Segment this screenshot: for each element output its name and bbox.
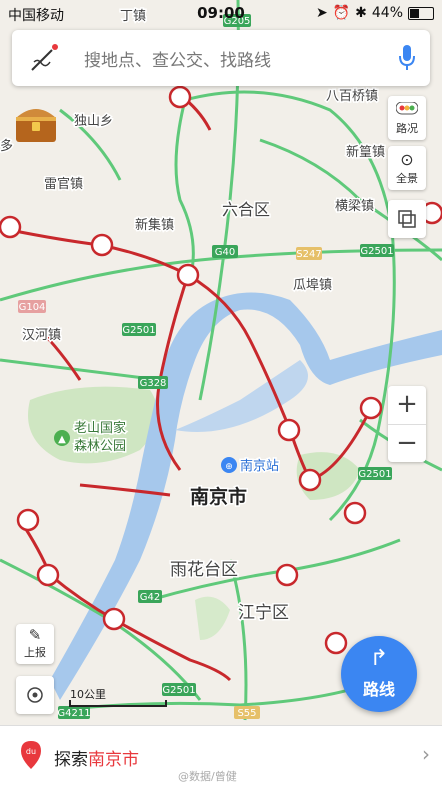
alarm-icon: ⏰ bbox=[332, 5, 351, 21]
road-shield-g4211: G4211 bbox=[57, 708, 90, 719]
label-yuhuatai: 雨花台区 bbox=[170, 560, 238, 580]
label-dushan: 独山乡 bbox=[74, 114, 113, 129]
zoom-out-button[interactable]: − bbox=[388, 424, 426, 463]
road-shield-g40: G40 bbox=[215, 247, 235, 258]
road-shield-g104: G104 bbox=[19, 302, 46, 313]
traffic-marker[interactable] bbox=[90, 233, 114, 257]
traffic-marker[interactable] bbox=[0, 215, 22, 239]
location-arrow-icon: ➤ bbox=[315, 5, 328, 21]
road-shield-g2501: G2501 bbox=[122, 325, 155, 336]
road-shield-g2501: G2501 bbox=[162, 685, 195, 696]
label-liuhe: 六合区 bbox=[222, 200, 270, 219]
locate-icon bbox=[27, 687, 43, 703]
panorama-button[interactable]: ⊙ 全景 bbox=[388, 146, 426, 190]
traffic-light-icon bbox=[395, 101, 419, 115]
route-arrow-icon: ↱ bbox=[369, 646, 389, 671]
road-shield-g2501: G2501 bbox=[358, 469, 391, 480]
traffic-marker[interactable] bbox=[298, 468, 322, 492]
traffic-label: 路况 bbox=[396, 122, 418, 135]
label-babaiqiao: 八百桥镇 bbox=[326, 89, 378, 104]
du-pin-icon: du bbox=[21, 741, 41, 769]
route-label: 路线 bbox=[362, 680, 395, 699]
svg-text:du: du bbox=[26, 747, 36, 756]
locate-button[interactable] bbox=[16, 676, 54, 714]
route-button[interactable]: ↱ 路线 bbox=[341, 636, 417, 712]
traffic-marker[interactable] bbox=[176, 263, 200, 287]
layers-icon bbox=[398, 210, 416, 228]
label-hengliang: 横梁镇 bbox=[335, 199, 374, 214]
pen-logo-icon bbox=[31, 44, 58, 71]
park-glyph-icon: ▲ bbox=[58, 434, 66, 445]
traffic-button[interactable]: 路况 bbox=[388, 96, 426, 140]
traffic-marker[interactable] bbox=[343, 501, 367, 525]
label-xinhuang: 新篁镇 bbox=[346, 144, 385, 160]
road-shield-g42: G42 bbox=[140, 592, 160, 603]
search-bar[interactable]: 搜地点、查公交、找路线 bbox=[12, 30, 430, 86]
status-bar: 中国移动 09:00 ➤ ⏰ ✱ 44% bbox=[0, 0, 442, 28]
road-shield-s247: S247 bbox=[296, 249, 321, 260]
traffic-marker[interactable] bbox=[102, 607, 126, 631]
microphone-icon[interactable] bbox=[398, 44, 416, 72]
label-station: 南京站 bbox=[240, 458, 279, 474]
road-shield-g328: G328 bbox=[140, 378, 167, 389]
road-shield-s55: S55 bbox=[237, 708, 256, 719]
layers-button[interactable] bbox=[388, 200, 426, 238]
label-jiangning: 江宁区 bbox=[238, 603, 289, 623]
label-park-2: 森林公园 bbox=[74, 439, 126, 454]
battery-percent: 44% bbox=[371, 5, 403, 21]
location-pin-icon: ⊙ bbox=[400, 150, 414, 169]
panorama-label: 全景 bbox=[396, 172, 418, 185]
zoom-in-button[interactable]: + bbox=[388, 386, 426, 424]
report-button[interactable]: ✎ 上报 bbox=[16, 624, 54, 664]
explore-city: 南京市 bbox=[88, 750, 139, 770]
bluetooth-icon: ✱ bbox=[355, 5, 367, 21]
chevron-right-icon: › bbox=[422, 742, 430, 766]
traffic-marker[interactable] bbox=[16, 508, 40, 532]
watermark: @数据/曾健 bbox=[178, 770, 237, 783]
label-park-1: 老山国家 bbox=[74, 420, 126, 436]
traffic-marker[interactable] bbox=[359, 396, 383, 420]
status-right: ➤ ⏰ ✱ 44% bbox=[316, 5, 434, 21]
traffic-marker[interactable] bbox=[36, 563, 60, 587]
station-glyph-icon: ⊕ bbox=[225, 462, 233, 472]
report-label: 上报 bbox=[24, 646, 46, 659]
scale-label: 10公里 bbox=[70, 688, 106, 701]
traffic-marker[interactable] bbox=[168, 85, 192, 109]
explore-bar[interactable]: du 探索南京市 › @数据/曾健 bbox=[0, 725, 442, 786]
battery-icon bbox=[408, 6, 434, 20]
edit-icon: ✎ bbox=[28, 626, 42, 644]
road-shield-g2501: G2501 bbox=[360, 246, 393, 257]
label-guabu: 瓜埠镇 bbox=[293, 278, 332, 293]
search-input[interactable]: 搜地点、查公交、找路线 bbox=[84, 46, 271, 71]
traffic-marker[interactable] bbox=[277, 418, 301, 442]
label-xinji: 新集镇 bbox=[135, 217, 174, 233]
label-hanhe: 汉河镇 bbox=[22, 328, 61, 343]
label-leiguan: 雷官镇 bbox=[44, 176, 83, 192]
explore-prefix: 探索 bbox=[54, 750, 88, 770]
explore-text: 探索南京市 bbox=[54, 745, 139, 770]
zoom-control: + − bbox=[388, 386, 426, 462]
treasure-chest-icon[interactable] bbox=[12, 100, 60, 146]
label-nanjing: 南京市 bbox=[190, 485, 247, 508]
traffic-marker[interactable] bbox=[275, 563, 299, 587]
